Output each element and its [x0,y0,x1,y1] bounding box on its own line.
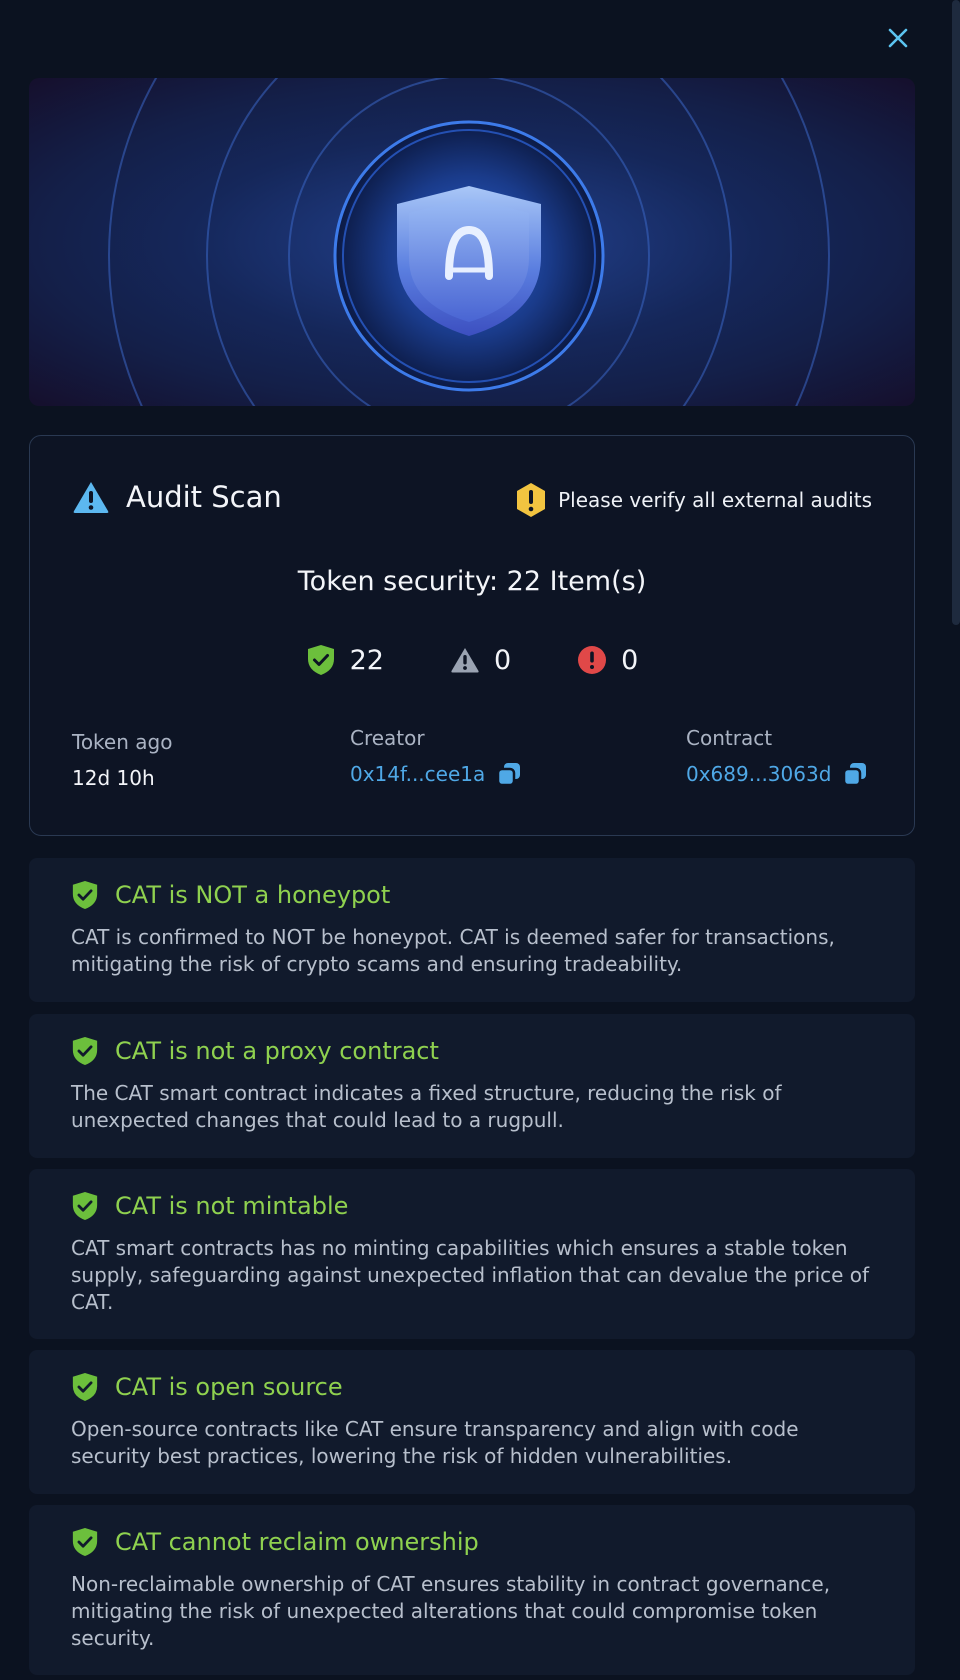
audit-panel: Audit Scan Please verify all external au… [0,0,960,1680]
creator-address-link[interactable]: 0x14f...cee1a [350,762,485,786]
contract-address-link[interactable]: 0x689...3063d [686,762,831,786]
shield-check-icon [307,645,334,675]
finding-header: CAT is open source [71,1372,873,1402]
contract: Contract 0x689...3063d [686,726,867,786]
token-age: Token ago 12d 10h [72,730,172,790]
contract-address-row: 0x689...3063d [686,762,867,786]
finding-card: CAT is not a proxy contract The CAT smar… [29,1014,915,1158]
contract-label: Contract [686,726,773,750]
finding-description: CAT smart contracts has no minting capab… [71,1236,870,1314]
finding-title: CAT is NOT a honeypot [115,881,391,909]
caution-count-value: 0 [493,644,512,676]
shield-illustration [108,78,830,406]
token-age-value: 12d 10h [72,766,155,790]
finding-card: CAT is open source Open-source contracts… [29,1350,915,1494]
copy-icon[interactable] [497,762,521,786]
warning-triangle-icon [73,482,109,513]
finding-header: CAT is not a proxy contract [71,1036,873,1066]
scrollbar-thumb[interactable] [952,0,960,625]
finding-description: Open-source contracts like CAT ensure tr… [71,1417,799,1468]
audit-scan-card: Audit Scan Please verify all external au… [29,435,915,836]
danger-count-value: 0 [621,644,639,676]
shield-check-icon [72,1037,98,1065]
finding-description: The CAT smart contract indicates a fixed… [71,1081,782,1132]
copy-icon[interactable] [843,762,867,786]
finding-title: CAT is open source [115,1373,343,1401]
shield-check-icon [72,881,98,909]
external-audit-note-text: Please verify all external audits [558,488,872,512]
creator: Creator 0x14f...cee1a [350,726,521,786]
finding-card: CAT is NOT a honeypot CAT is confirmed t… [29,858,915,1002]
shield-check-icon [72,1528,98,1556]
finding-header: CAT cannot reclaim ownership [71,1527,873,1557]
close-button[interactable] [882,22,914,54]
shield-check-icon [72,1373,98,1401]
finding-title: CAT is not mintable [115,1192,349,1220]
token-age-label: Token ago [72,730,173,754]
creator-label: Creator [350,726,425,750]
warning-triangle-icon [451,648,479,673]
security-counts: 22 0 0 [30,644,914,676]
shield-check-icon [72,1192,98,1220]
finding-card: CAT is not mintable CAT smart contracts … [29,1169,915,1339]
close-icon [888,28,908,48]
finding-header: CAT is NOT a honeypot [71,880,873,910]
safe-count: 22 [306,644,384,676]
external-audit-note: Please verify all external audits [514,482,872,518]
hero-banner [29,78,915,406]
caution-count: 0 [450,644,511,676]
finding-title: CAT is not a proxy contract [115,1037,439,1065]
exclamation-circle-icon [578,646,607,674]
finding-header: CAT is not mintable [71,1191,873,1221]
exclamation-icon [517,483,546,517]
finding-title: CAT cannot reclaim ownership [115,1528,479,1556]
finding-card: CAT cannot reclaim ownership Non-reclaim… [29,1505,915,1675]
safe-count-value: 22 [349,644,384,676]
audit-title: Audit Scan [126,480,282,514]
audit-title-row: Audit Scan [72,480,282,514]
finding-description: CAT is confirmed to NOT be honeypot. CAT… [71,925,835,976]
creator-address-row: 0x14f...cee1a [350,762,521,786]
finding-description: Non-reclaimable ownership of CAT ensures… [71,1572,831,1650]
token-security-summary: Token security: 22 Item(s) [297,566,647,597]
danger-count: 0 [577,644,638,676]
